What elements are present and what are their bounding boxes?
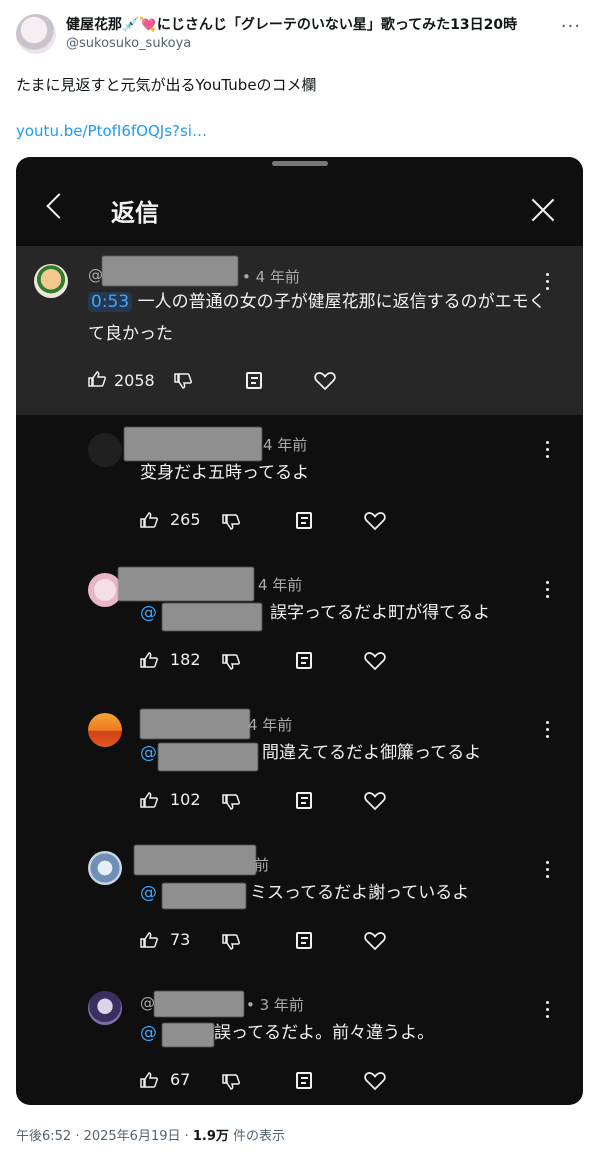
back-arrow-icon: [46, 193, 72, 219]
reply-menu-icon: [546, 721, 550, 739]
reply-actions: 67: [140, 1070, 400, 1094]
redacted-username: [140, 709, 250, 739]
redacted-username: [134, 845, 256, 875]
reply-avatar: [88, 851, 122, 885]
reply-icon: [246, 372, 262, 389]
thumbs-up-icon: [140, 512, 158, 528]
reply-actions: 265: [140, 510, 400, 534]
reply-avatar: [88, 713, 122, 747]
thumbs-up-icon: [140, 1072, 158, 1088]
comment-actions: 2058: [88, 371, 388, 395]
redacted-username: [102, 256, 238, 286]
like-count: 182: [170, 650, 201, 669]
reply-mention: @: [140, 1023, 157, 1043]
like-count: 102: [170, 790, 201, 809]
heart-icon: [364, 1072, 386, 1091]
reply-age: 4 年前: [258, 576, 303, 594]
reply-text: 変身だよ五時ってるよ: [140, 463, 310, 483]
like-count: 67: [170, 1070, 191, 1089]
timestamp-link: 0:53: [88, 292, 133, 312]
reply-menu-icon: [546, 441, 550, 459]
redacted-username: [154, 991, 244, 1017]
author-name[interactable]: 健屋花那💉💘にじさんじ「グレーテのいない星」歌ってみた13日20時: [66, 14, 517, 34]
reply-menu-icon: [546, 861, 550, 879]
main-comment: @ • 4 年前 0:53 一人の普通の女の子が健屋花那に返信するのがエモくて良…: [16, 246, 583, 415]
reply-mention: @: [140, 883, 157, 903]
replies-title: 返信: [111, 199, 159, 227]
redacted-mention: [162, 603, 262, 631]
thumbs-down-icon: [222, 654, 240, 670]
reply-menu-icon: [546, 581, 550, 599]
thumbs-down-icon: [222, 514, 240, 530]
like-count: 265: [170, 510, 201, 529]
youtube-replies-screenshot[interactable]: 返信 @ • 4 年前 0:53 一人の普通の女の子が健屋花那に返信するのがエモ…: [16, 157, 583, 1105]
reply-age: 前: [254, 856, 270, 874]
reply-actions: 102: [140, 790, 400, 814]
reply-age: 4 年前: [248, 716, 293, 734]
reply-mention: @: [140, 603, 157, 623]
reply-icon: [296, 792, 312, 809]
redacted-mention: [158, 743, 258, 771]
tweet-text: たまに見返すと元気が出るYouTubeのコメ欄: [16, 76, 317, 94]
reply-text: ミスってるだよ謝っているよ: [250, 883, 470, 903]
reply-actions: 182: [140, 650, 400, 674]
reply-icon: [296, 512, 312, 529]
reply-at: @: [140, 994, 155, 1012]
thumbs-up-icon: [88, 371, 106, 387]
comment-age: • 4 年前: [242, 268, 300, 286]
reply-age: 4 年前: [263, 436, 308, 454]
author-handle[interactable]: @sukosuko_sukoya: [66, 36, 191, 51]
tweet-link[interactable]: youtu.be/PtofI6fOQJs?si…: [16, 122, 207, 140]
reply-avatar: [88, 433, 122, 467]
view-count: 1.9万: [192, 1129, 229, 1144]
redacted-username: [124, 427, 262, 461]
reply-actions: 73: [140, 930, 400, 954]
reply-avatar: [88, 991, 122, 1025]
redacted-mention: [162, 883, 246, 909]
view-suffix: 件の表示: [228, 1129, 286, 1144]
heart-icon: [314, 372, 336, 391]
thumbs-down-icon: [222, 1074, 240, 1090]
reply-avatar: [88, 573, 122, 607]
comment-at: @: [88, 266, 103, 284]
drag-handle: [272, 161, 328, 166]
heart-icon: [364, 792, 386, 811]
redacted-username: [118, 567, 254, 601]
reply-text: 間違えてるだよ御簾ってるよ: [262, 743, 482, 763]
close-icon: [530, 197, 556, 223]
reply-mention: @: [140, 743, 157, 763]
reply-icon: [296, 932, 312, 949]
more-options-icon[interactable]: ···: [561, 16, 581, 37]
tweet-header: 健屋花那💉💘にじさんじ「グレーテのいない星」歌ってみた13日20時 @sukos…: [16, 12, 581, 58]
reply-icon: [296, 652, 312, 669]
tweet-footer: 午後6:52 · 2025年6月19日 · 1.9万 件の表示: [16, 1125, 285, 1144]
heart-icon: [364, 932, 386, 951]
author-avatar[interactable]: [16, 14, 56, 54]
heart-icon: [364, 652, 386, 671]
reply-menu-icon: [546, 1001, 550, 1019]
thumbs-down-icon: [222, 934, 240, 950]
post-time[interactable]: 午後6:52 · 2025年6月19日 ·: [16, 1129, 193, 1144]
heart-icon: [364, 512, 386, 531]
reply-icon: [296, 1072, 312, 1089]
thumbs-down-icon: [222, 794, 240, 810]
reply-age: • 3 年前: [246, 996, 304, 1014]
thumbs-up-icon: [140, 932, 158, 948]
like-count: 73: [170, 930, 191, 949]
thumbs-up-icon: [140, 652, 158, 668]
thumbs-down-icon: [174, 373, 192, 389]
redacted-mention: [162, 1023, 214, 1047]
reply-text: 誤字ってるだよ町が得てるよ: [270, 603, 491, 623]
reply-text: 誤ってるだよ。前々違うよ。: [214, 1023, 435, 1043]
commenter-avatar: [34, 264, 68, 298]
like-count: 2058: [114, 371, 155, 390]
thumbs-up-icon: [140, 792, 158, 808]
comment-text: 0:53 一人の普通の女の子が健屋花那に返信するのがエモくて良かった: [88, 292, 546, 344]
